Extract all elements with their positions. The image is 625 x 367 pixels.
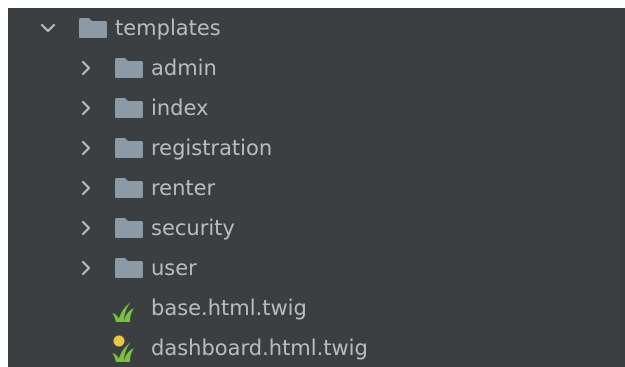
folder-icon: [115, 98, 143, 118]
tree-item-label: renter: [151, 176, 216, 200]
tree-item-label: dashboard.html.twig: [151, 336, 368, 360]
tree-item-label: index: [151, 96, 209, 120]
project-tree-panel: templates admin index registration rente…: [8, 8, 625, 367]
tree-item-templates[interactable]: templates: [8, 8, 625, 48]
chevron-right-icon[interactable]: [76, 58, 96, 78]
chevron-right-icon[interactable]: [76, 138, 96, 158]
folder-icon: [79, 18, 107, 38]
tree-item-label: registration: [151, 136, 273, 160]
folder-icon: [115, 178, 143, 198]
screenshot-frame: templates admin index registration rente…: [0, 0, 625, 367]
folder-icon: [115, 218, 143, 238]
chevron-right-icon[interactable]: [76, 258, 96, 278]
tree-item-label: admin: [151, 56, 217, 80]
folder-icon: [115, 138, 143, 158]
chevron-right-icon[interactable]: [76, 98, 96, 118]
tree-item-dashboard-twig[interactable]: dashboard.html.twig: [8, 328, 625, 367]
tree-item-registration[interactable]: registration: [8, 128, 625, 168]
tree-item-user[interactable]: user: [8, 248, 625, 288]
tree-item-base-twig[interactable]: base.html.twig: [8, 288, 625, 328]
tree-item-label: user: [151, 256, 197, 280]
twig-file-modified-icon: [112, 335, 134, 362]
chevron-right-icon[interactable]: [76, 178, 96, 198]
folder-icon: [115, 58, 143, 78]
twig-file-icon: [112, 302, 134, 322]
tree-item-index[interactable]: index: [8, 88, 625, 128]
tree-item-label: templates: [115, 16, 221, 40]
tree-item-admin[interactable]: admin: [8, 48, 625, 88]
tree-item-security[interactable]: security: [8, 208, 625, 248]
tree-item-label: base.html.twig: [151, 296, 307, 320]
chevron-right-icon[interactable]: [76, 218, 96, 238]
chevron-down-icon[interactable]: [38, 18, 58, 38]
tree-item-label: security: [151, 216, 235, 240]
tree-item-renter[interactable]: renter: [8, 168, 625, 208]
folder-icon: [115, 258, 143, 278]
